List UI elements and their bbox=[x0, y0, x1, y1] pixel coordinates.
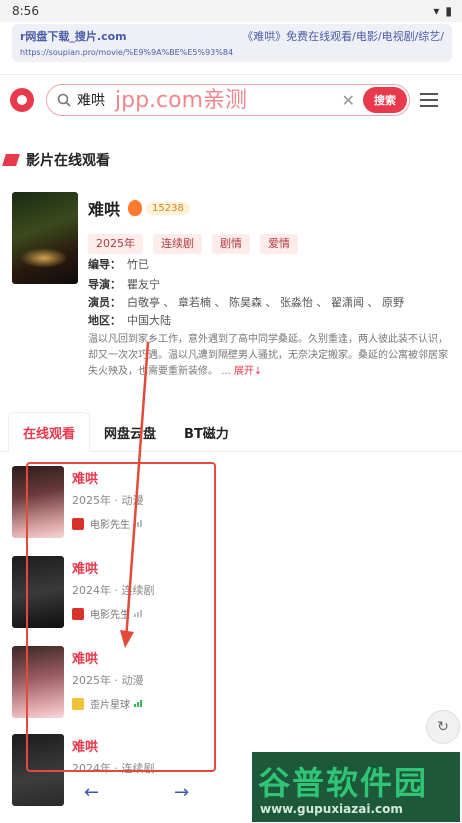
search-button[interactable]: 搜索 bbox=[363, 86, 407, 113]
expand-link[interactable]: ... 展开↓ bbox=[221, 366, 262, 377]
url-title-left: r网盘下载_搜片.com bbox=[20, 30, 127, 43]
tab-bt[interactable]: BT磁力 bbox=[170, 412, 243, 452]
movie-description: 温以凡回到家乡工作，意外遇到了高中同学桑延。久别重逢，两人彼此装不认识，却又一次… bbox=[88, 334, 448, 377]
status-icons: ▾ ▮ bbox=[433, 4, 452, 18]
watermark-url: www.gupuxiazai.com bbox=[260, 802, 403, 816]
url-title-right: 《难哄》免费在线观看/电影/电视剧/综艺/ bbox=[242, 30, 444, 43]
result-meta: 2024年 · 连续剧 bbox=[72, 762, 155, 775]
section-accent bbox=[2, 154, 20, 166]
writer-row: 编导： 竹已 bbox=[88, 258, 149, 271]
result-title[interactable]: 难哄 bbox=[72, 736, 98, 755]
wifi-icon: ▾ bbox=[433, 4, 440, 18]
search-box[interactable]: 难哄 jpp.com亲测 ✕ 搜索 bbox=[46, 83, 410, 116]
menu-icon[interactable] bbox=[420, 92, 438, 107]
result-title[interactable]: 难哄 bbox=[72, 558, 98, 577]
source-icon bbox=[72, 697, 84, 710]
section-header: 影片在线观看 bbox=[0, 148, 462, 172]
refresh-icon[interactable]: ↻ bbox=[426, 710, 460, 744]
status-time: 8:56 bbox=[12, 4, 39, 18]
list-item[interactable]: 难哄 2025年 · 动漫 歪片星球 bbox=[10, 642, 450, 722]
tab-online[interactable]: 在线观看 bbox=[8, 412, 91, 452]
list-item[interactable]: 难哄 2025年 · 动漫 电影先生 bbox=[10, 462, 450, 542]
watermark-title: 谷普软件园 bbox=[258, 764, 429, 802]
tag-genre-romance[interactable]: 爱情 bbox=[260, 234, 298, 254]
prev-page-button[interactable]: ← bbox=[84, 784, 102, 802]
signal-icon bbox=[134, 700, 142, 707]
region-row: 地区： 中国大陆 bbox=[88, 314, 171, 327]
movie-poster[interactable] bbox=[12, 192, 78, 284]
tag-list: 2025年 连续剧 剧情 爱情 bbox=[88, 234, 448, 254]
tag-type[interactable]: 连续剧 bbox=[153, 234, 202, 254]
pager: ← → bbox=[84, 784, 192, 802]
clear-icon[interactable]: ✕ bbox=[342, 91, 355, 110]
battery-icon: ▮ bbox=[445, 4, 452, 18]
source-icon bbox=[72, 517, 84, 530]
result-thumbnail[interactable] bbox=[12, 734, 64, 806]
search-input[interactable]: 难哄 bbox=[77, 90, 105, 110]
tab-bar: 在线观看 网盘云盘 BT磁力 bbox=[0, 412, 462, 452]
signal-icon bbox=[134, 610, 142, 617]
tab-cloud[interactable]: 网盘云盘 bbox=[90, 412, 170, 452]
site-watermark: 谷普软件园 www.gupuxiazai.com bbox=[252, 752, 460, 822]
search-icon bbox=[57, 93, 71, 107]
result-title[interactable]: 难哄 bbox=[72, 468, 98, 487]
result-title[interactable]: 难哄 bbox=[72, 648, 98, 667]
url-address: https://soupian.pro/movie/%E9%9A%BE%E5%9… bbox=[20, 48, 234, 57]
search-watermark: jpp.com亲测 bbox=[115, 87, 248, 113]
flame-icon bbox=[128, 200, 143, 216]
result-thumbnail[interactable] bbox=[12, 556, 64, 628]
result-meta: 2025年 · 动漫 bbox=[72, 674, 144, 687]
next-page-button[interactable]: → bbox=[174, 784, 192, 802]
tag-genre-drama[interactable]: 剧情 bbox=[212, 234, 250, 254]
result-source: 歪片星球 bbox=[72, 696, 142, 711]
result-meta: 2024年 · 连续剧 bbox=[72, 584, 155, 597]
result-meta: 2025年 · 动漫 bbox=[72, 494, 144, 507]
list-item[interactable]: 难哄 2024年 · 连续剧 电影先生 bbox=[10, 552, 450, 632]
movie-title: 难哄 bbox=[88, 200, 121, 219]
logo[interactable] bbox=[10, 87, 34, 112]
cast-row: 演员： 白敬亭 、 章若楠 、 陈昊森 、 张淼怡 、 翟潇闻 、 原野 bbox=[88, 296, 404, 309]
source-icon bbox=[72, 607, 84, 620]
status-bar: 8:56 ▾ ▮ bbox=[0, 0, 462, 22]
result-thumbnail[interactable] bbox=[12, 646, 64, 718]
result-source: 电影先生 bbox=[72, 516, 142, 531]
tag-year[interactable]: 2025年 bbox=[88, 234, 143, 254]
url-card[interactable]: r网盘下载_搜片.com 《难哄》免费在线观看/电影/电视剧/综艺/ https… bbox=[12, 24, 452, 62]
director-row: 导演： 瞿友宁 bbox=[88, 278, 160, 291]
site-header: 难哄 jpp.com亲测 ✕ 搜索 bbox=[0, 74, 462, 124]
heat-badge: 15238 bbox=[146, 201, 190, 215]
signal-icon bbox=[134, 520, 142, 527]
result-thumbnail[interactable] bbox=[12, 466, 64, 538]
section-title: 影片在线观看 bbox=[26, 153, 110, 169]
result-source: 电影先生 bbox=[72, 606, 142, 621]
